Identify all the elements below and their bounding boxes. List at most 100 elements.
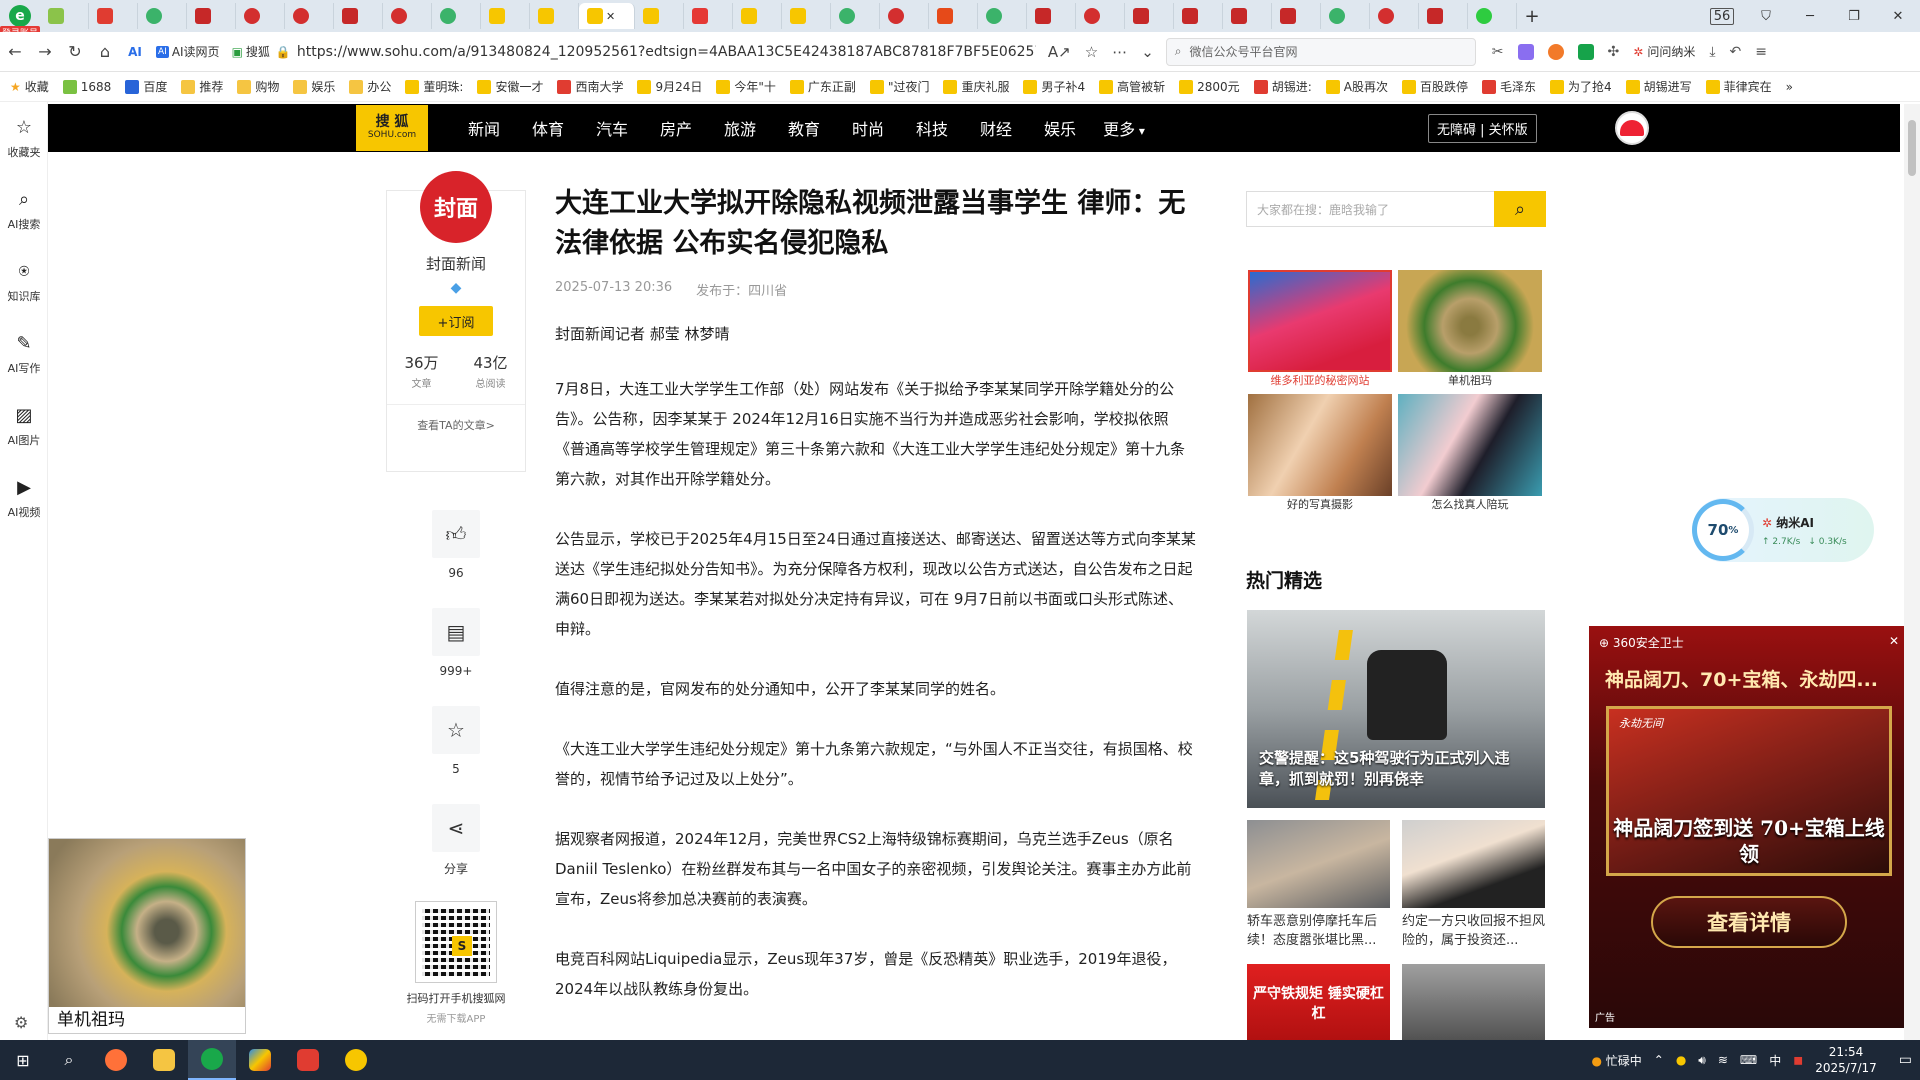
browser-tab[interactable]	[530, 3, 579, 29]
bookmark-item[interactable]: 菲律宾在	[1705, 78, 1772, 95]
sidebar-item[interactable]: ☆ 收藏夹	[0, 102, 48, 174]
taskbar-wps[interactable]	[284, 1040, 332, 1080]
notification-icon[interactable]: ▭	[1889, 1052, 1912, 1068]
status-badge[interactable]: ● 忙碌中	[1591, 1052, 1641, 1069]
favorite-action[interactable]: ☆ 5	[425, 706, 487, 776]
hot-item[interactable]	[1402, 964, 1545, 1042]
accessibility-button[interactable]: 无障碍 | 关怀版	[1428, 113, 1537, 143]
popup-ad[interactable]: ⊕ 360安全卫士 ✕ 神品阔刀、70+宝箱、永劫四... 永劫无间 神品阔刀签…	[1589, 626, 1909, 1028]
bookmark-item[interactable]: 百度	[125, 78, 167, 95]
bookmark-item[interactable]: 胡锡进:	[1253, 78, 1312, 95]
bookmark-item[interactable]: 西南大学	[557, 78, 623, 95]
bookmarks-overflow-icon[interactable]: »	[1786, 80, 1793, 94]
more-icon[interactable]: ⋯	[1112, 43, 1127, 61]
browser-tab[interactable]	[1076, 3, 1125, 29]
close-tab-icon[interactable]: ✕	[606, 10, 615, 23]
author-name[interactable]: 封面新闻	[426, 253, 486, 274]
browser-tab[interactable]	[1272, 3, 1321, 29]
shield-icon[interactable]	[1577, 43, 1594, 60]
nav-link[interactable]: 时尚	[836, 116, 900, 140]
like-action[interactable]: 👍︎ 96	[425, 510, 487, 580]
hot-item[interactable]: 轿车恶意别停摩托车后续！态度嚣张堪比黑...	[1247, 820, 1390, 950]
bookmark-item[interactable]: 百股跌停	[1401, 78, 1468, 95]
nav-link[interactable]: 汽车	[580, 116, 644, 140]
tray-chevron-icon[interactable]: ⌃	[1654, 1053, 1664, 1067]
tab-count-button[interactable]: 56	[1700, 7, 1744, 25]
bookmark-star-icon[interactable]: ☆	[1085, 43, 1098, 61]
ad-item[interactable]: 怎么找真人陪玩	[1398, 394, 1542, 514]
nav-link[interactable]: 更多	[1092, 116, 1156, 140]
taskbar-firefox[interactable]	[92, 1040, 140, 1080]
keyboard-icon[interactable]: ⌨	[1740, 1053, 1757, 1067]
browser-tab[interactable]	[1223, 3, 1272, 29]
hot-main-card[interactable]: 交警提醒：这5种驾驶行为正式列入违章，抓到就罚！别再侥幸	[1247, 610, 1545, 808]
download-icon[interactable]: ⤓	[1709, 44, 1715, 60]
subscribe-button[interactable]: +订阅	[419, 306, 493, 336]
browser-tab[interactable]	[1370, 3, 1419, 29]
browser-tab[interactable]	[1174, 3, 1223, 29]
bookmark-item[interactable]: 胡锡进写	[1625, 78, 1692, 95]
hot-item[interactable]: 严守铁规矩 锤实硬杠杠	[1247, 964, 1390, 1042]
browser-tab[interactable]	[432, 3, 481, 29]
sidebar-item[interactable]: ▨ AI图片	[0, 390, 48, 462]
taskbar-app[interactable]	[332, 1040, 380, 1080]
back-button[interactable]: ←	[0, 42, 30, 61]
clock[interactable]: 21:54 2025/7/17	[1815, 1044, 1877, 1076]
translate-icon[interactable]	[1517, 43, 1534, 60]
browser-tab[interactable]	[1468, 3, 1517, 29]
browser-tab[interactable]	[383, 3, 432, 29]
tray-app-icon[interactable]: ●	[1676, 1053, 1686, 1067]
site-chip[interactable]: ▣ 搜狐	[226, 43, 276, 60]
ai-read-button[interactable]: AI AI读网页	[150, 43, 226, 60]
volume-icon[interactable]: 🔊︎	[1698, 1053, 1706, 1068]
taskbar-search-icon[interactable]: ⌕	[46, 1050, 92, 1070]
hot-item[interactable]: 约定一方只收回报不担风险的，属于投资还...	[1402, 820, 1545, 950]
browser-tab[interactable]	[89, 3, 138, 29]
browser-tab[interactable]	[684, 3, 733, 29]
browser-tab[interactable]	[1321, 3, 1370, 29]
bookmark-item[interactable]: 重庆礼服	[943, 78, 1009, 95]
bookmark-item[interactable]: ★ 收藏	[10, 78, 49, 95]
ad-item[interactable]: 好的写真摄影	[1248, 394, 1392, 514]
bookmark-item[interactable]: 男子补4	[1023, 78, 1085, 95]
search-button[interactable]: ⌕	[1494, 191, 1546, 227]
new-tab-button[interactable]: +	[1517, 6, 1547, 27]
taskbar-explorer[interactable]	[140, 1040, 188, 1080]
taskbar-360browser[interactable]	[188, 1040, 236, 1080]
game-icon[interactable]	[1547, 43, 1564, 60]
search-input[interactable]: ⌕ 微信公众号平台官网	[1165, 37, 1476, 66]
bookmark-item[interactable]: 安徽一才	[477, 78, 543, 95]
bookmark-item[interactable]: 董明珠:	[405, 78, 463, 95]
forward-button[interactable]: →	[30, 42, 60, 61]
nav-link[interactable]: 新闻	[452, 116, 516, 140]
taskbar-app[interactable]	[236, 1040, 284, 1080]
nav-link[interactable]: 旅游	[708, 116, 772, 140]
bookmark-item[interactable]: 广东正副	[789, 78, 856, 95]
sidebar-item[interactable]: ✎ AI写作	[0, 318, 48, 390]
nav-link[interactable]: 教育	[772, 116, 836, 140]
comment-action[interactable]: ▤ 999+	[425, 608, 487, 678]
sidebar-item[interactable]: ⌕ AI搜索	[0, 174, 48, 246]
wifi-icon[interactable]: ≋	[1718, 1053, 1728, 1067]
browser-tab[interactable]	[1125, 3, 1174, 29]
minimize-button[interactable]: ─	[1788, 9, 1832, 24]
nav-link[interactable]: 体育	[516, 116, 580, 140]
ad-item[interactable]: 维多利亚的秘密网站	[1248, 270, 1392, 390]
sidebar-item[interactable]: ⍟ 知识库	[0, 246, 48, 318]
bookmark-item[interactable]: 购物	[237, 78, 279, 95]
bookmark-item[interactable]: 为了抢4	[1549, 78, 1612, 95]
chevron-down-icon[interactable]: ⌄	[1141, 43, 1154, 61]
browser-tab[interactable]	[635, 3, 684, 29]
browser-tab[interactable]	[138, 3, 187, 29]
vertical-scrollbar[interactable]	[1904, 104, 1920, 1040]
shirt-icon[interactable]: ⛉	[1744, 9, 1788, 24]
author-articles-link[interactable]: 查看TA的文章>	[417, 417, 495, 433]
browser-tab[interactable]	[40, 3, 89, 29]
browser-tab[interactable]	[831, 3, 880, 29]
close-icon[interactable]: ✕	[1889, 634, 1899, 651]
bookmark-item[interactable]: 1688	[62, 79, 111, 94]
nav-link[interactable]: 财经	[964, 116, 1028, 140]
nav-link[interactable]: 科技	[900, 116, 964, 140]
scrollbar-thumb[interactable]	[1908, 120, 1916, 176]
browser-tab[interactable]	[334, 3, 383, 29]
